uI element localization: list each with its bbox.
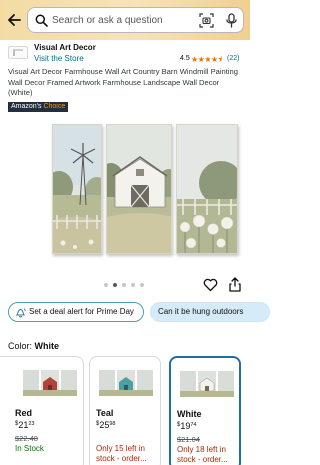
swatch-price: $2123 (15, 420, 34, 430)
canvas-panel-right (176, 124, 238, 254)
gallery-dot[interactable] (104, 283, 108, 287)
color-selector-label: Color: White (8, 341, 59, 351)
canvas-panel-left (52, 124, 102, 254)
swatch-price: $1974 (177, 421, 196, 431)
selected-color-value: White (34, 341, 60, 351)
amazons-choice-badge: Amazon's Choice (8, 102, 69, 112)
swatch-price: $2598 (96, 420, 115, 430)
swatch-stock-status: In Stock (15, 444, 44, 454)
color-label-text: Color: (8, 341, 33, 351)
top-search-bar (0, 0, 250, 40)
swatch-name: White (177, 409, 202, 419)
color-swatch-red[interactable]: Red $2123 $22.48 In Stock (0, 356, 84, 465)
stock-line: Only 18 left in (177, 445, 226, 454)
visit-store-link[interactable]: Visit the Store (34, 54, 84, 63)
search-input[interactable] (52, 9, 190, 31)
swatch-list-price: $22.48 (15, 434, 38, 443)
product-title: Visual Art Decor Farmhouse Wall Art Coun… (8, 67, 239, 97)
swatch-thumbnail (22, 364, 78, 401)
stock-line: stock - order... (96, 454, 147, 463)
bell-icon (15, 308, 26, 318)
price-whole: 25 (99, 420, 110, 430)
rating-count-link[interactable]: (22) (227, 55, 239, 62)
swatch-stock-status: Only 15 left in stock - order... (96, 444, 147, 464)
question-chip[interactable]: Can it be hung outdoors (150, 302, 270, 322)
star-rating-icon[interactable]: ★★★★⯨ (191, 54, 222, 68)
color-swatch-white[interactable]: White $1974 $21.04 Only 18 left in stock… (169, 356, 241, 465)
price-fraction: 98 (109, 421, 116, 427)
heart-icon[interactable] (203, 278, 218, 292)
swatch-name: Red (15, 408, 33, 418)
deal-alert-label: Set a deal alert for Prime Day (29, 307, 134, 316)
microphone-icon[interactable] (225, 13, 238, 28)
deal-alert-chip[interactable]: Set a deal alert for Prime Day (8, 302, 144, 322)
question-chip-label: Can it be hung outdoors (158, 307, 244, 316)
stock-line: In Stock (15, 444, 44, 453)
swatch-stock-status: Only 18 left in stock - order... (177, 445, 228, 465)
gallery-page-indicator (104, 283, 154, 288)
back-arrow-icon[interactable] (6, 12, 22, 28)
rating-value: 4.5 (180, 55, 190, 62)
swatch-name: Teal (96, 408, 114, 418)
gallery-dot[interactable] (122, 283, 126, 287)
product-image-gallery[interactable] (0, 116, 250, 266)
brand-logo[interactable] (8, 46, 28, 59)
stock-line: stock - order... (177, 455, 228, 464)
swatch-list-price: $21.04 (177, 435, 200, 444)
stock-line: Only 15 left in (96, 444, 145, 453)
gallery-dot[interactable] (140, 283, 144, 287)
gallery-dot-active[interactable] (113, 283, 117, 287)
canvas-panel-middle (106, 124, 172, 254)
gallery-dot[interactable] (131, 283, 135, 287)
color-swatch-teal[interactable]: Teal $2598 Only 15 left in stock - order… (89, 356, 161, 465)
price-whole: 21 (18, 420, 29, 430)
badge-suffix: Choice (43, 103, 66, 110)
camera-scan-icon[interactable] (199, 13, 214, 28)
search-icon (35, 14, 48, 27)
price-fraction: 23 (28, 421, 35, 427)
share-icon[interactable] (229, 277, 241, 292)
swatch-thumbnail (98, 364, 154, 401)
swatch-thumbnail (179, 365, 235, 402)
price-whole: 19 (180, 421, 191, 431)
badge-prefix: Amazon's (11, 103, 42, 110)
price-fraction: 74 (190, 422, 197, 428)
search-box[interactable] (27, 7, 244, 33)
brand-name[interactable]: Visual Art Decor (34, 43, 96, 52)
